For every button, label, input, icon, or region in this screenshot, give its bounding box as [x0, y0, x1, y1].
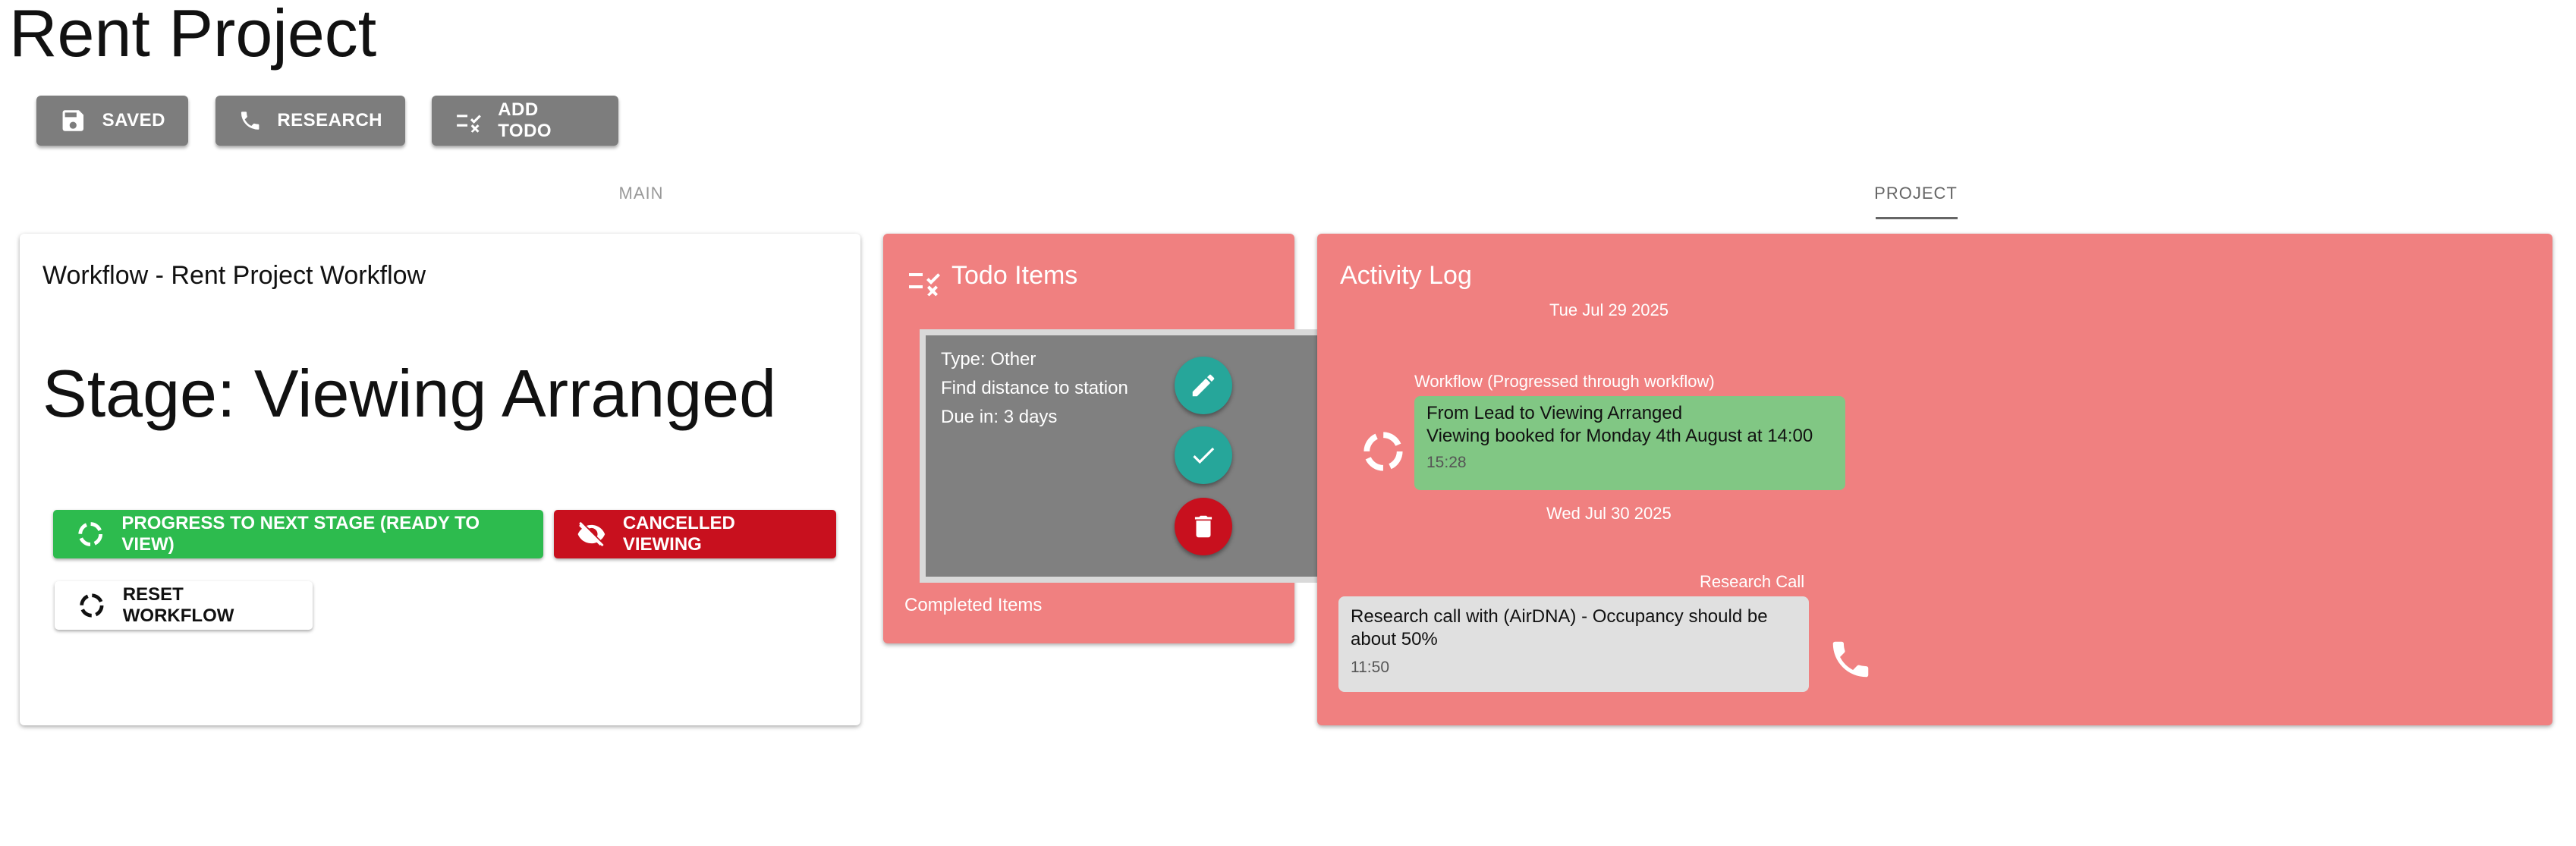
saved-button-label: SAVED	[102, 110, 165, 131]
cancelled-viewing-label: CANCELLED VIEWING	[622, 513, 735, 555]
log-entry-bubble: From Lead to Viewing Arranged Viewing bo…	[1414, 396, 1845, 490]
pencil-icon	[1192, 374, 1215, 397]
research-button-label: RESEARCH	[277, 110, 382, 131]
workflow-ring-icon	[78, 522, 103, 546]
add-todo-button-label: ADD TODO	[498, 99, 552, 141]
add-todo-button[interactable]: ADD TODO	[432, 96, 618, 146]
research-button[interactable]: RESEARCH	[215, 96, 405, 146]
page-title: Rent Project	[9, 0, 377, 71]
log-entry-bubble: Research call with (AirDNA) - Occupancy …	[1338, 596, 1809, 692]
workflow-ring-icon	[1363, 432, 1403, 471]
delete-todo-button[interactable]	[1175, 498, 1232, 555]
no-view-icon	[577, 521, 605, 547]
tab-main[interactable]: MAIN	[592, 184, 690, 203]
log-entry-label: Workflow (Progressed through workflow)	[1414, 372, 1715, 391]
todo-item-text: Find distance to station	[941, 378, 1128, 398]
log-entry-line1: From Lead to Viewing Arranged	[1426, 403, 1683, 423]
log-entry-time: 11:50	[1351, 659, 1389, 676]
tab-project[interactable]: PROJECT	[1867, 184, 1965, 203]
edit-todo-button[interactable]	[1175, 357, 1232, 414]
completed-items-link[interactable]: Completed Items	[904, 595, 1042, 616]
workflow-title: Workflow - Rent Project Workflow	[42, 261, 426, 290]
saved-button[interactable]: SAVED	[36, 96, 188, 146]
workflow-stage: Stage: Viewing Arranged	[42, 356, 777, 431]
workflow-ring-icon	[80, 593, 104, 618]
todo-title: Todo Items	[951, 261, 1078, 290]
log-entry-line1: Research call with (AirDNA) - Occupancy …	[1351, 606, 1768, 627]
reset-workflow-label: RESET WORKFLOW	[122, 584, 234, 626]
complete-todo-button[interactable]	[1175, 426, 1232, 484]
todo-item: Type: Other Find distance to station Due…	[920, 329, 1325, 583]
todo-card: Todo Items Type: Other Find distance to …	[883, 234, 1325, 643]
todo-item-due: Due in: 3 days	[941, 407, 1058, 427]
checklist-icon	[909, 273, 940, 297]
todo-item-type: Type: Other	[941, 349, 1036, 370]
save-icon	[62, 110, 84, 131]
workflow-card: Workflow - Rent Project Workflow Stage: …	[20, 234, 860, 725]
log-date: Wed Jul 30 2025	[1546, 504, 1672, 523]
trash-icon	[1194, 515, 1213, 538]
progress-stage-label: PROGRESS TO NEXT STAGE (READY TO VIEW)	[121, 513, 480, 555]
reset-workflow-button[interactable]: RESET WORKFLOW	[55, 581, 313, 630]
activity-log-title: Activity Log	[1340, 261, 1472, 290]
progress-stage-button[interactable]: PROGRESS TO NEXT STAGE (READY TO VIEW)	[53, 510, 543, 558]
check-icon	[1193, 447, 1215, 464]
activity-log-card: Activity Log Tue Jul 29 2025 Workflow (P…	[1317, 234, 2552, 725]
log-entry-label: Research Call	[1700, 572, 1805, 591]
tab-project-indicator	[1876, 217, 1958, 219]
checklist-icon	[457, 115, 481, 133]
log-entry-line2: Viewing booked for Monday 4th August at …	[1426, 426, 1813, 446]
phone-icon	[1832, 641, 1869, 678]
log-date: Tue Jul 29 2025	[1549, 300, 1669, 319]
phone-icon	[241, 112, 259, 130]
cancelled-viewing-button[interactable]: CANCELLED VIEWING	[554, 510, 836, 558]
log-entry-line2: about 50%	[1351, 629, 1438, 649]
log-entry-time: 15:28	[1426, 454, 1467, 471]
